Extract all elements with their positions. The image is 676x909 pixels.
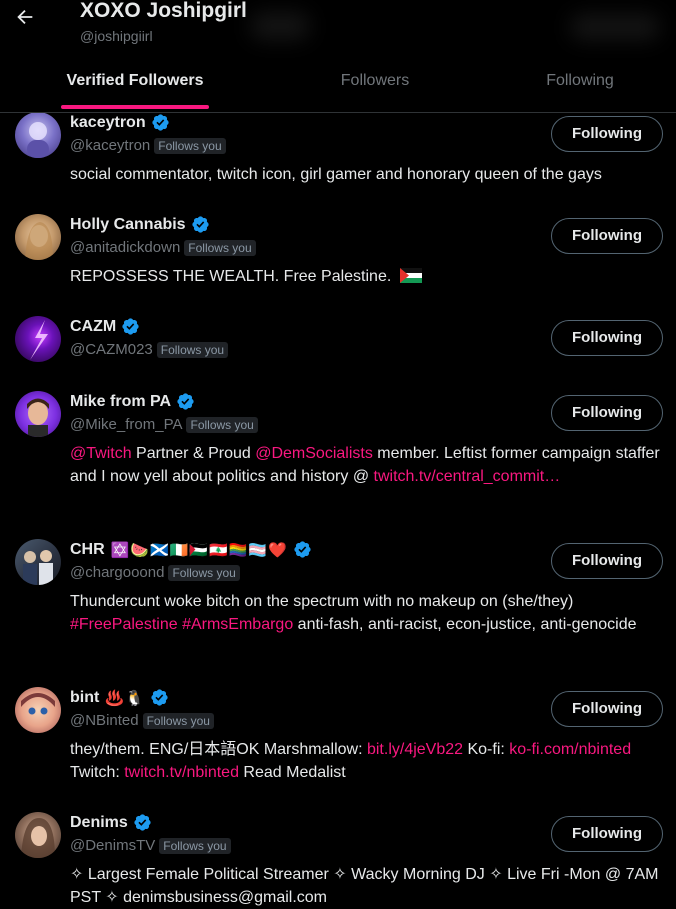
user-handle[interactable]: @CAZM023 [70,341,153,358]
user-bio: social commentator, twitch icon, girl ga… [70,166,602,183]
verified-badge-icon [191,216,209,233]
blurred-region [250,12,310,40]
user-handle[interactable]: @DenimsTV [70,837,155,854]
follows-you-badge: Follows you [154,137,226,154]
user-bio: ✧ Largest Female Political Streamer ✧ Wa… [70,866,659,906]
palestine-flag-icon [399,268,422,283]
follows-you-badge: Follows you [142,712,214,729]
profile-header: XOXO Joshipgirl @joshipgiirl Verified Fo… [0,0,676,113]
verified-badge-icon [151,114,169,131]
verified-badge-icon [177,393,194,410]
follows-you-badge: Follows you [156,341,229,358]
user-handle[interactable]: @chargooond [70,564,164,581]
user-name[interactable]: Denims [70,814,128,832]
user-name[interactable]: Holly Cannabis [70,216,186,234]
followers-list: kaceytron @kaceytron Follows you social … [0,0,676,906]
bio-mention-link[interactable]: @DemSocialists [255,445,373,462]
bio-text: Twitch: [70,764,125,781]
blurred-region [570,14,660,40]
user-name[interactable]: kaceytron [70,114,146,132]
profile-name: XOXO Joshipgirl [80,0,247,22]
profile-handle: @joshipgiirl [80,28,153,44]
bio-text: REPOSSESS THE WEALTH. Free Palestine. [70,268,392,285]
following-button[interactable]: Following [551,816,663,852]
avatar[interactable] [15,214,61,260]
user-handle[interactable]: @Mike_from_PA [70,416,182,433]
bio-hashtag-link[interactable]: #FreePalestine [70,616,178,633]
verified-badge-icon [294,541,311,558]
avatar[interactable] [15,812,61,858]
tab-followers[interactable]: Followers [280,60,470,112]
verified-badge-icon [134,814,151,831]
bio-text: Ko-fi: [463,741,510,758]
user-name[interactable]: CHR [70,541,105,559]
bio-url-link[interactable]: twitch.tv/central_commit… [374,468,561,485]
user-name[interactable]: CAZM [70,318,116,336]
user-name[interactable]: Mike from PA [70,393,171,411]
follows-you-badge: Follows you [159,837,231,854]
following-button[interactable]: Following [551,116,663,152]
following-button[interactable]: Following [551,218,663,254]
verified-badge-icon [151,689,168,706]
back-button[interactable] [14,6,42,34]
avatar[interactable] [15,316,61,362]
user-handle[interactable]: @kaceytron [70,137,150,154]
follows-you-badge: Follows you [168,564,240,581]
bio-url-link[interactable]: twitch.tv/nbinted [124,764,239,781]
avatar[interactable] [15,112,61,158]
bio-mention-link[interactable]: @Twitch [70,445,132,462]
user-name[interactable]: bint [70,689,99,707]
user-handle[interactable]: @anitadickdown [70,239,180,256]
following-button[interactable]: Following [551,395,663,431]
bio-url-link[interactable]: ko-fi.com/nbinted [509,741,631,758]
following-button[interactable]: Following [551,543,663,579]
user-bio: REPOSSESS THE WEALTH. Free Palestine. [70,265,665,288]
verified-badge-icon [122,318,139,335]
bio-text: anti-fash, anti-racist, econ-justice, an… [293,616,637,633]
back-arrow-icon [17,9,33,25]
avatar[interactable] [15,539,61,585]
following-button[interactable]: Following [551,320,663,356]
avatar[interactable] [15,391,61,437]
following-button[interactable]: Following [551,691,663,727]
name-emojis: ♨️🐧 [105,689,145,707]
follows-you-badge: Follows you [186,416,258,433]
bio-url-link[interactable]: bit.ly/4jeVb22 [367,741,463,758]
user-bio: they/them. ENG/日本語OK Marshmallow: bit.ly… [70,738,665,784]
bio-text: Thundercunt woke bitch on the spectrum w… [70,593,574,610]
follows-you-badge: Follows you [184,239,256,256]
user-bio: @Twitch Partner & Proud @DemSocialists m… [70,442,665,488]
bio-hashtag-link[interactable]: #ArmsEmbargo [182,616,293,633]
bio-text: Read Medalist [238,764,346,781]
active-tab-indicator [61,105,209,109]
avatar[interactable] [15,687,61,733]
name-emojis: ✡️🍉🏴󠁧󠁢󠁳󠁣󠁴󠁿🇮🇪🇵🇸🇱🇧🏳️‍🌈🏳️‍⚧️❤️ [110,541,288,559]
tab-following[interactable]: Following [485,60,675,112]
bio-text: Partner & Proud [131,445,256,462]
user-bio: Thundercunt woke bitch on the spectrum w… [70,590,665,636]
bio-text: they/them. ENG/日本語OK Marshmallow: [70,741,367,758]
user-handle[interactable]: @NBinted [70,712,139,729]
